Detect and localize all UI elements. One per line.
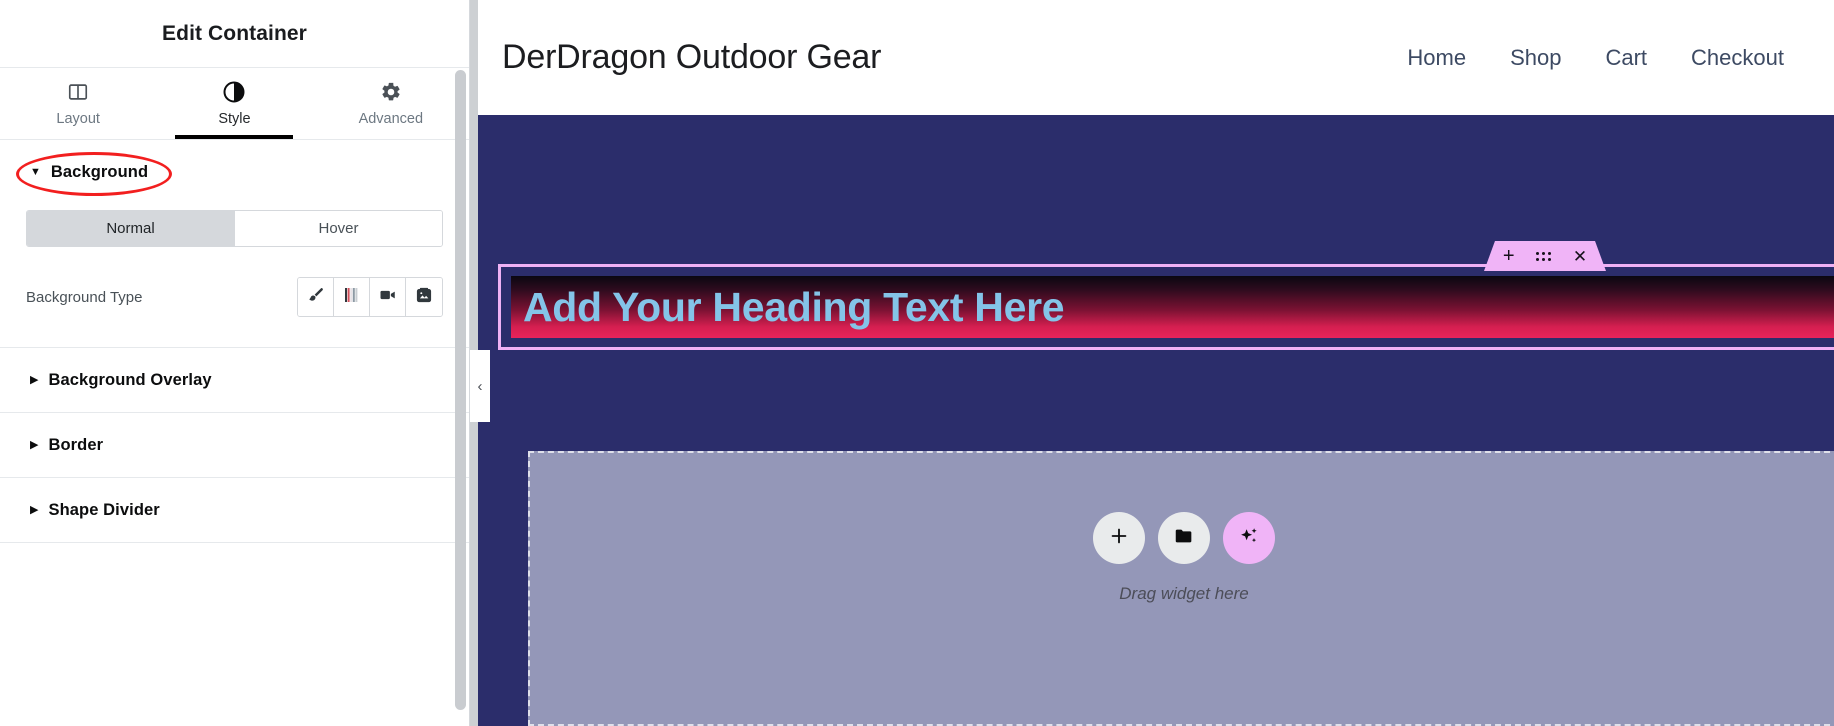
add-template-button[interactable] (1158, 512, 1210, 564)
background-type-choices (297, 277, 443, 317)
section-border: ▶ Border (0, 413, 469, 478)
panel-tabs: Layout Style Advanced (0, 68, 469, 140)
section-border-toggle[interactable]: ▶ Border (0, 413, 469, 477)
panel-header: Edit Container (0, 0, 469, 68)
background-type-gradient[interactable] (334, 278, 370, 316)
video-camera-icon (379, 286, 397, 309)
chevron-down-icon: ▼ (30, 165, 41, 178)
paint-brush-icon (307, 286, 325, 309)
section-shape-divider: ▶ Shape Divider (0, 478, 469, 543)
section-shape-divider-toggle[interactable]: ▶ Shape Divider (0, 478, 469, 542)
build-with-ai-button[interactable] (1223, 512, 1275, 564)
panel-scrollbar-thumb[interactable] (455, 70, 466, 710)
add-element-button[interactable] (1093, 512, 1145, 564)
tab-layout[interactable]: Layout (0, 68, 156, 139)
layout-columns-icon (67, 80, 89, 104)
background-type-video[interactable] (370, 278, 406, 316)
drag-dots-icon[interactable] (1536, 251, 1552, 261)
dropzone-label: Drag widget here (1119, 584, 1249, 603)
chevron-right-icon: ▶ (30, 373, 39, 386)
close-x-icon[interactable]: ✕ (1573, 248, 1587, 265)
section-background-overlay-title: Background Overlay (48, 370, 212, 389)
page-title: Edit Container (162, 21, 307, 45)
section-background-body: Normal Hover Background Type (0, 204, 469, 347)
editor-panel: Edit Container Layout Style Advanced ▼ B… (0, 0, 470, 726)
widget-dropzone[interactable]: Drag widget here (528, 451, 1834, 726)
tab-style-label: Style (218, 111, 251, 127)
section-shape-divider-title: Shape Divider (48, 500, 160, 519)
plus-icon (1108, 525, 1130, 552)
folder-icon (1173, 525, 1195, 552)
page-canvas: Add Your Heading Text Here + ✕ Drag widg… (470, 115, 1834, 726)
tab-advanced-label: Advanced (358, 111, 424, 127)
heading-background: Add Your Heading Text Here (511, 276, 1834, 338)
plus-icon[interactable]: + (1503, 246, 1515, 266)
panel-collapse-handle[interactable]: ‹ (470, 350, 490, 422)
background-state-tabs: Normal Hover (26, 210, 443, 247)
section-background-title: Background (50, 162, 149, 181)
chevron-right-icon: ▶ (30, 503, 39, 516)
elementor-editor: Edit Container Layout Style Advanced ▼ B… (0, 0, 1834, 726)
nav-link-shop[interactable]: Shop (1510, 45, 1561, 71)
tab-layout-label: Layout (56, 111, 100, 127)
site-logo: DerDragon Outdoor Gear (502, 38, 882, 76)
background-type-slideshow[interactable] (406, 278, 442, 316)
tab-advanced[interactable]: Advanced (313, 68, 469, 139)
background-type-row: Background Type (26, 277, 443, 317)
dropzone-buttons (1093, 512, 1275, 564)
widget-toolbar: + ✕ (1484, 241, 1606, 271)
site-nav: Home Shop Cart Checkout (1407, 45, 1798, 71)
heading-text: Add Your Heading Text Here (523, 283, 1065, 330)
nav-link-checkout[interactable]: Checkout (1691, 45, 1784, 71)
section-background-overlay-toggle[interactable]: ▶ Background Overlay (0, 348, 469, 412)
tab-style[interactable]: Style (156, 68, 312, 139)
gradient-bars-icon (344, 287, 360, 308)
background-type-label: Background Type (26, 288, 143, 306)
section-border-title: Border (48, 435, 104, 454)
state-tab-hover[interactable]: Hover (235, 211, 442, 246)
nav-link-cart[interactable]: Cart (1605, 45, 1647, 71)
half-circle-contrast-icon (222, 80, 246, 104)
site-header: DerDragon Outdoor Gear Home Shop Cart Ch… (470, 0, 1834, 115)
heading-widget[interactable]: Add Your Heading Text Here (498, 264, 1834, 350)
ai-sparkle-icon (1237, 524, 1261, 553)
background-type-classic[interactable] (298, 278, 334, 316)
section-background-overlay: ▶ Background Overlay (0, 348, 469, 413)
nav-link-home[interactable]: Home (1407, 45, 1466, 71)
chevron-right-icon: ▶ (30, 438, 39, 451)
slideshow-image-icon (415, 286, 433, 309)
gear-icon (380, 80, 402, 104)
state-tab-normal[interactable]: Normal (27, 211, 235, 246)
chevron-left-icon: ‹ (477, 377, 483, 395)
preview-canvas: ‹ DerDragon Outdoor Gear Home Shop Cart … (470, 0, 1834, 726)
section-background: ▼ Background Normal Hover Background Typ… (0, 140, 469, 348)
section-background-toggle[interactable]: ▼ Background (0, 140, 469, 204)
